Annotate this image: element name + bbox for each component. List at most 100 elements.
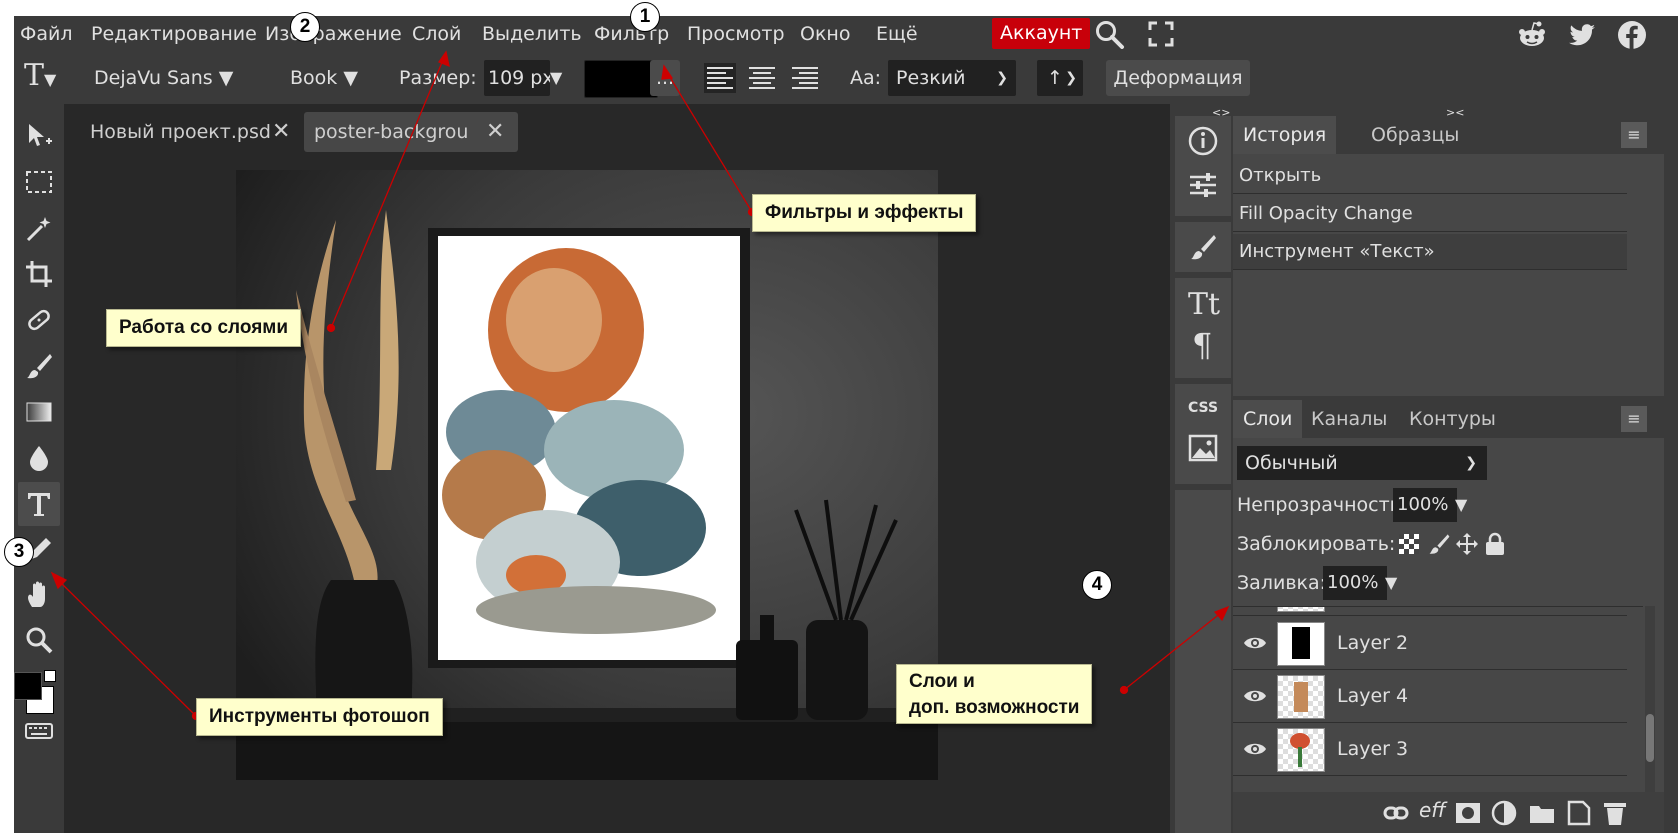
more-options-button[interactable]: ... [650,60,680,96]
align-left-icon[interactable] [704,63,736,93]
layers-menu-icon[interactable]: ≡ [1621,406,1647,432]
layer-row[interactable]: Layer 2 [1233,617,1627,670]
link-icon[interactable] [1383,802,1409,824]
text-color-swatch[interactable] [584,60,658,98]
menu-select[interactable]: Выделить [482,16,582,52]
tab-poster-label[interactable]: poster-backgrou * [314,112,474,152]
history-menu-icon[interactable]: ≡ [1621,122,1647,148]
brush-tool-icon[interactable] [18,346,60,386]
menu-layer[interactable]: Слой [412,16,461,52]
align-right-icon[interactable] [789,63,821,93]
tab-channels[interactable]: Каналы [1301,400,1397,438]
opacity-dropdown-icon[interactable]: ▼ [1455,488,1467,522]
layer-row[interactable]: Layer 3 [1233,723,1627,776]
hand-tool-icon[interactable] [18,574,60,614]
css-icon[interactable]: CSS [1188,400,1218,416]
menu-edit[interactable]: Редактирование [91,16,257,52]
font-size-input[interactable]: 109 px [484,60,550,96]
menu-image[interactable]: Изображение [265,16,402,52]
layer-list: Layer 2 Layer 4 Layer 3 [1233,606,1643,793]
crop-tool-icon[interactable] [18,254,60,294]
tab-new-project[interactable]: Новый проект.psd [90,112,271,152]
brush-settings-icon[interactable] [1188,232,1218,262]
blur-tool-icon[interactable] [18,438,60,478]
keyboard-icon[interactable] [18,716,60,746]
visibility-eye-icon[interactable] [1243,737,1267,761]
antialias-label: Aa: [850,67,882,89]
antialias-select[interactable]: Резкий ❯ [888,60,1016,96]
layer-name[interactable]: Layer 3 [1337,723,1408,775]
layer-name[interactable]: Layer 2 [1337,617,1408,669]
new-layer-icon[interactable] [1567,800,1591,826]
foreground-color-swatch[interactable] [14,672,42,700]
text-orientation-select[interactable]: ↑ ❯ [1037,60,1083,96]
search-icon[interactable] [1094,19,1126,49]
twitter-icon[interactable] [1567,20,1597,50]
icon-group-4: CSS [1175,384,1231,484]
image-icon[interactable] [1188,434,1218,462]
default-colors-icon[interactable] [44,670,56,682]
layer-row-partial[interactable] [1233,607,1627,616]
tab-swatches[interactable]: Образцы [1361,116,1469,154]
layer-row[interactable]: Layer 4 [1233,670,1627,723]
align-center-icon[interactable] [746,63,778,93]
folder-icon[interactable] [1529,802,1555,824]
fullscreen-icon[interactable] [1148,21,1174,47]
icon-group-3: Tt ¶ [1175,278,1231,378]
lock-pixels-icon[interactable] [1427,532,1451,556]
info-icon[interactable] [1188,126,1218,156]
marquee-tool-icon[interactable] [18,162,60,202]
layer-name[interactable]: Layer 4 [1337,670,1408,722]
fill-dropdown-icon[interactable]: ▼ [1385,566,1397,600]
color-swatches[interactable] [14,668,58,716]
tab-poster-close-icon[interactable]: ✕ [486,112,504,152]
icon-group-1 [1175,116,1231,216]
account-button[interactable]: Аккаунт [992,18,1091,49]
blend-mode-select[interactable]: Обычный ❯ [1237,446,1487,480]
text-tool-preset-icon[interactable]: T▼ [24,58,56,94]
mask-icon[interactable] [1455,802,1481,824]
paragraph-icon[interactable]: ¶ [1188,326,1218,362]
icon-group-2 [1175,222,1231,272]
lock-all-icon[interactable] [1483,532,1507,556]
gradient-tool-icon[interactable] [18,392,60,432]
move-tool-icon[interactable] [18,116,60,156]
menu-file[interactable]: Файл [20,16,73,52]
menu-window[interactable]: Окно [800,16,850,52]
trash-icon[interactable] [1603,800,1627,826]
history-item[interactable]: Открыть [1233,158,1627,194]
adjustments-icon[interactable] [1188,170,1218,200]
tab-new-project-close-icon[interactable]: ✕ [272,112,290,152]
menu-more[interactable]: Ещё [876,16,918,52]
svg-text:Tt: Tt [1188,287,1220,320]
magic-wand-tool-icon[interactable] [18,208,60,248]
adjustment-layer-icon[interactable] [1491,800,1517,826]
font-size-dropdown-icon[interactable]: ▼ [550,60,562,96]
text-tool-icon[interactable] [18,482,60,526]
facebook-icon[interactable] [1617,20,1647,50]
lock-position-icon[interactable] [1455,532,1479,556]
healing-tool-icon[interactable] [18,300,60,340]
visibility-eye-icon[interactable] [1243,631,1267,655]
lock-transparency-icon[interactable] [1399,534,1419,554]
document-canvas[interactable] [236,170,938,780]
warp-text-button[interactable]: Деформация [1106,60,1250,96]
opacity-input[interactable]: 100% [1393,488,1457,522]
history-item-active[interactable]: Инструмент «Текст» [1233,234,1627,270]
fill-input[interactable]: 100% [1323,566,1387,600]
visibility-eye-icon[interactable] [1243,684,1267,708]
tab-history[interactable]: История [1233,116,1337,154]
effects-icon[interactable]: eff [1419,798,1446,822]
font-style-select[interactable]: Book ▼ [290,60,358,96]
menu-view[interactable]: Просмотр [687,16,785,52]
history-item[interactable]: Fill Opacity Change [1233,196,1627,232]
layers-scrollbar[interactable] [1645,606,1655,792]
zoom-tool-icon[interactable] [18,620,60,660]
character-icon[interactable]: Tt [1186,284,1220,320]
tab-paths[interactable]: Контуры [1399,400,1506,438]
reddit-icon[interactable] [1517,20,1547,50]
lock-label: Заблокировать: [1237,533,1396,555]
font-family-select[interactable]: DejaVu Sans ▼ [94,60,233,96]
tab-layers[interactable]: Слои [1233,400,1303,438]
marker-1: 1 [630,2,660,32]
